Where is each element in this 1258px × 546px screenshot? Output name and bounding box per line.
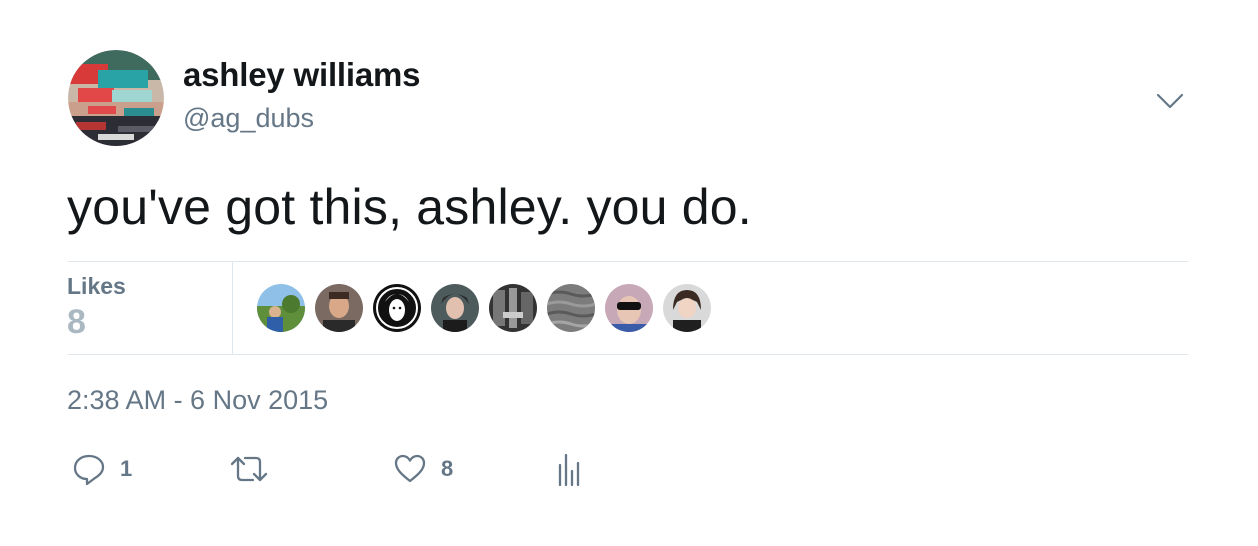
likes-value[interactable]: 8 [67,303,86,342]
analytics-bar-chart-icon [556,451,582,487]
liker-avatar-8[interactable] [663,284,711,332]
liker-avatar-3[interactable] [373,284,421,332]
tweet-timestamp[interactable]: 2:38 AM - 6 Nov 2015 [67,385,328,416]
reply-count: 1 [120,456,133,481]
reply-button[interactable]: 1 [72,449,132,489]
author-screen-name[interactable]: @ag_dubs [183,103,314,134]
author-avatar[interactable] [68,50,164,146]
like-count: 8 [441,456,454,481]
retweet-button[interactable] [229,449,269,489]
liker-avatar-1[interactable] [257,284,305,332]
analytics-button[interactable] [556,449,582,489]
stats-top-divider [68,261,1188,262]
liker-avatar-2[interactable] [315,284,363,332]
tweet-text: you've got this, ashley. you do. [67,179,752,235]
retweet-icon [229,452,269,486]
reply-icon [72,452,106,486]
heart-icon [393,452,427,486]
liker-avatar-4[interactable] [431,284,479,332]
like-button[interactable]: 8 [393,449,453,489]
likers-list [257,284,711,332]
liker-avatar-6[interactable] [547,284,595,332]
tweet-card: ashley williams @ag_dubs you've got this… [0,0,1258,546]
stats-bottom-divider [68,354,1188,355]
more-options-chevron-down-icon[interactable] [1152,86,1188,116]
liker-avatar-5[interactable] [489,284,537,332]
liker-avatar-7[interactable] [605,284,653,332]
author-display-name[interactable]: ashley williams [183,56,421,94]
stats-vertical-divider [232,262,233,355]
likes-label[interactable]: Likes [67,273,126,300]
